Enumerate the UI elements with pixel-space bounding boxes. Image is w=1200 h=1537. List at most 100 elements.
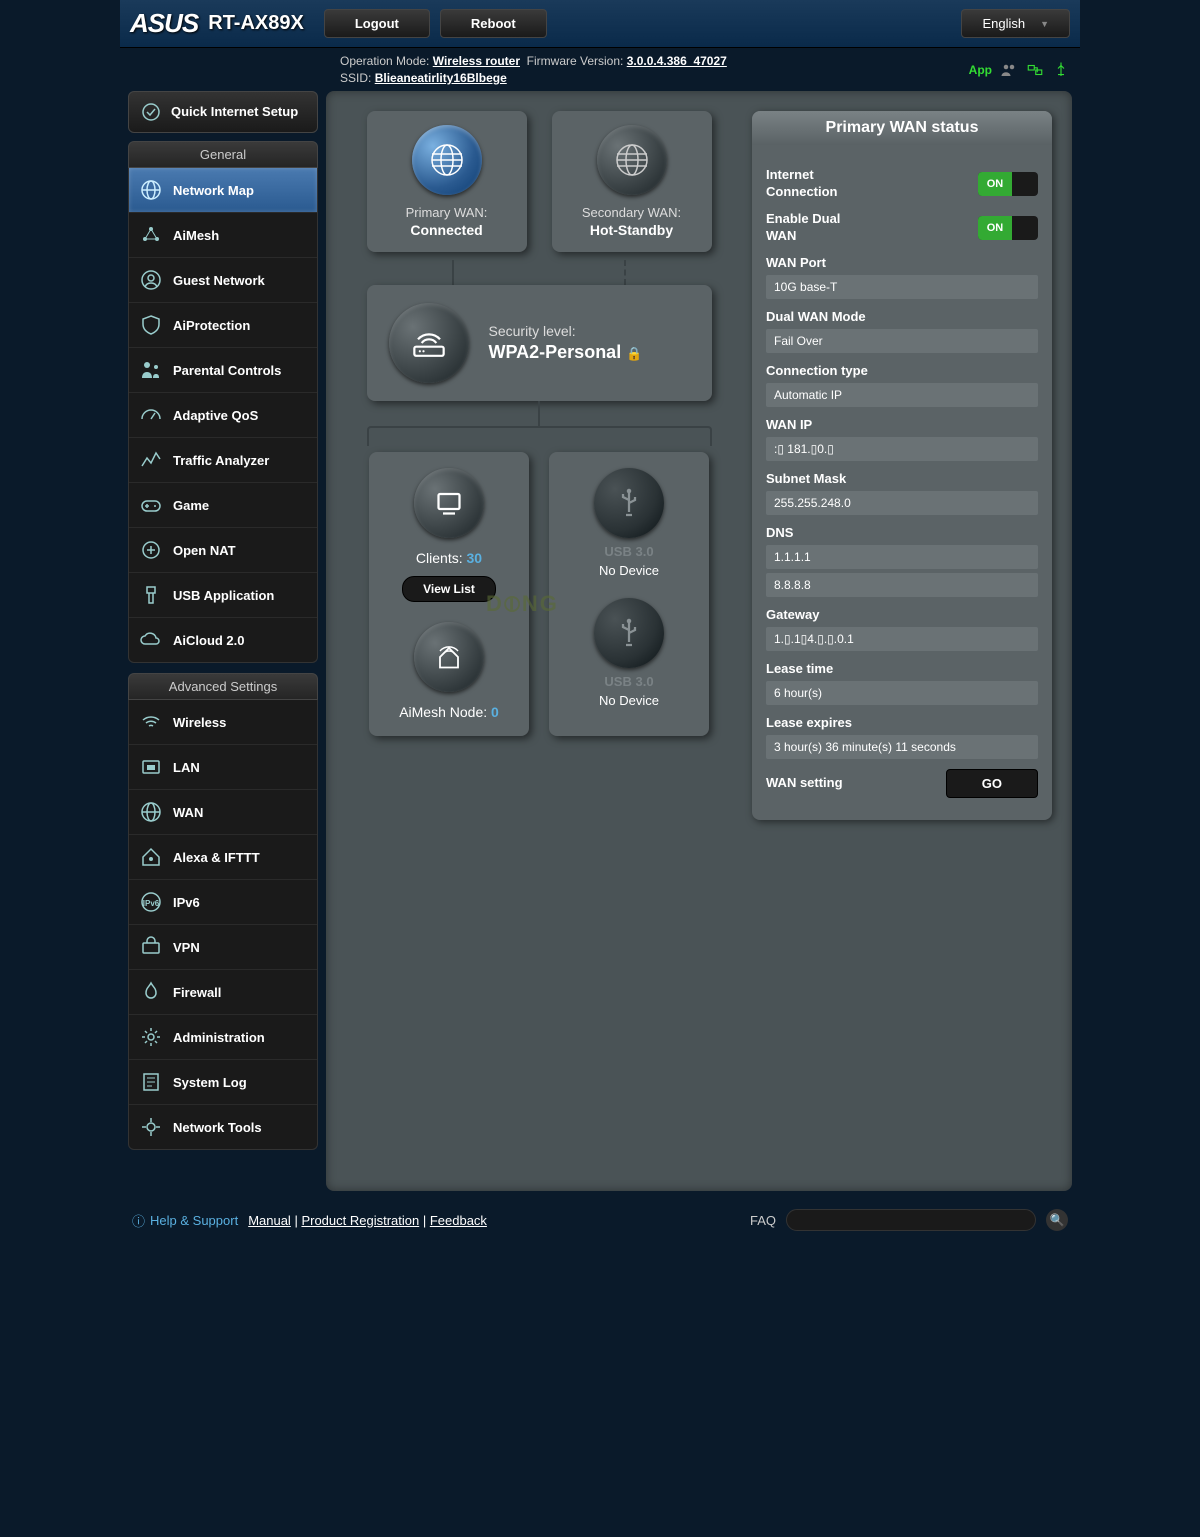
app-link[interactable]: App (969, 63, 992, 77)
logout-button[interactable]: Logout (324, 9, 430, 38)
general-header: General (128, 141, 318, 168)
nav-lan[interactable]: LAN (129, 745, 317, 790)
ssid-link[interactable]: Blieaneatirlity16Blbege (375, 71, 507, 85)
nav-administration[interactable]: Administration (129, 1015, 317, 1060)
nav-ipv6[interactable]: IPv6IPv6 (129, 880, 317, 925)
header: ASUS RT-AX89X Logout Reboot English (120, 0, 1080, 48)
op-mode-link[interactable]: Wireless router (433, 54, 520, 68)
guest-icon[interactable] (1000, 61, 1018, 79)
nav-aiprotection[interactable]: AiProtection (129, 303, 317, 348)
mesh-icon (139, 223, 163, 247)
aimesh-count: 0 (491, 704, 499, 720)
gauge-icon (139, 403, 163, 427)
nav-adaptive-qos[interactable]: Adaptive QoS (129, 393, 317, 438)
globe-icon (139, 178, 163, 202)
router-icon (389, 303, 469, 383)
primary-wan-card[interactable]: Primary WAN: Connected (367, 111, 527, 252)
cloud-icon (139, 628, 163, 652)
feedback-link[interactable]: Feedback (430, 1213, 487, 1228)
network-status-icon[interactable] (1026, 61, 1044, 79)
router-security-card[interactable]: Security level: WPA2-Personal🔒 (367, 285, 712, 401)
internet-connection-toggle[interactable] (978, 172, 1038, 196)
gear-arrow-icon (139, 100, 163, 124)
nav-network-map[interactable]: Network Map (129, 168, 317, 213)
lease-time-value: 6 hour(s) (766, 681, 1038, 705)
admin-icon (139, 1025, 163, 1049)
svg-text:IPv6: IPv6 (143, 899, 160, 908)
search-button[interactable]: 🔍 (1046, 1209, 1068, 1231)
tools-icon (139, 1115, 163, 1139)
nav-traffic-analyzer[interactable]: Traffic Analyzer (129, 438, 317, 483)
log-icon (139, 1070, 163, 1094)
smart-home-icon (139, 845, 163, 869)
faq-label: FAQ (750, 1213, 776, 1228)
advanced-menu: Wireless LAN WAN Alexa & IFTTT IPv6IPv6 … (128, 700, 318, 1150)
nav-wan[interactable]: WAN (129, 790, 317, 835)
subnet-value: 255.255.248.0 (766, 491, 1038, 515)
language-dropdown[interactable]: English (961, 9, 1070, 38)
primary-wan-icon (412, 125, 482, 195)
usb-icon (139, 583, 163, 607)
model-name: RT-AX89X (208, 12, 304, 35)
manual-link[interactable]: Manual (248, 1213, 291, 1228)
usb-status-icon[interactable] (1052, 61, 1070, 79)
footer: ⓘHelp & Support Manual | Product Registr… (120, 1199, 1080, 1241)
quick-internet-setup[interactable]: Quick Internet Setup (128, 91, 318, 133)
firmware-link[interactable]: 3.0.0.4.386_47027 (627, 54, 727, 68)
usb2-icon[interactable] (594, 598, 664, 668)
dns1-value: 1.1.1.1 (766, 545, 1038, 569)
status-bar: Operation Mode: Wireless router Firmware… (120, 48, 1080, 91)
view-list-button[interactable]: View List (402, 576, 496, 602)
nav-usb-application[interactable]: USB Application (129, 573, 317, 618)
nav-guest-network[interactable]: Guest Network (129, 258, 317, 303)
lan-icon (139, 755, 163, 779)
aimesh-node-icon[interactable] (414, 622, 484, 692)
dns2-value: 8.8.8.8 (766, 573, 1038, 597)
general-menu: Network Map AiMesh Guest Network AiProte… (128, 168, 318, 663)
nav-network-tools[interactable]: Network Tools (129, 1105, 317, 1149)
network-diagram: D⦶NG Primary WAN: Connected Secondary WA… (346, 111, 732, 1171)
wan-ip-value: :▯ 181.▯0.▯ (766, 437, 1038, 461)
clients-count: 30 (467, 550, 483, 566)
wifi-icon (139, 710, 163, 734)
wan-setting-go-button[interactable]: GO (946, 769, 1038, 798)
faq-search-input[interactable] (786, 1209, 1036, 1231)
nav-game[interactable]: Game (129, 483, 317, 528)
secondary-wan-card[interactable]: Secondary WAN: Hot-Standby (552, 111, 712, 252)
vpn-icon (139, 935, 163, 959)
family-icon (139, 358, 163, 382)
wan-icon (139, 800, 163, 824)
conn-type-value: Automatic IP (766, 383, 1038, 407)
sidebar: Quick Internet Setup General Network Map… (128, 91, 318, 1191)
brand-logo: ASUS (130, 8, 198, 39)
nav-open-nat[interactable]: Open NAT (129, 528, 317, 573)
nav-vpn[interactable]: VPN (129, 925, 317, 970)
gateway-value: 1.▯.1▯4.▯.▯.0.1 (766, 627, 1038, 651)
nav-alexa-ifttt[interactable]: Alexa & IFTTT (129, 835, 317, 880)
firewall-icon (139, 980, 163, 1004)
product-reg-link[interactable]: Product Registration (301, 1213, 419, 1228)
help-icon: ⓘ (132, 1211, 145, 1230)
nat-icon (139, 538, 163, 562)
dual-wan-toggle[interactable] (978, 216, 1038, 240)
clients-icon[interactable] (414, 468, 484, 538)
nav-aimesh[interactable]: AiMesh (129, 213, 317, 258)
wan-status-panel: Primary WAN status Internet Connection E… (752, 111, 1052, 820)
nav-wireless[interactable]: Wireless (129, 700, 317, 745)
reboot-button[interactable]: Reboot (440, 9, 547, 38)
nav-parental-controls[interactable]: Parental Controls (129, 348, 317, 393)
clients-card: Clients: 30 View List AiMesh Node: 0 (369, 452, 529, 736)
advanced-header: Advanced Settings (128, 673, 318, 700)
ipv6-icon: IPv6 (139, 890, 163, 914)
panel-title: Primary WAN status (752, 111, 1052, 145)
nav-aicloud[interactable]: AiCloud 2.0 (129, 618, 317, 662)
guest-network-icon (139, 268, 163, 292)
nav-firewall[interactable]: Firewall (129, 970, 317, 1015)
usb1-icon[interactable] (594, 468, 664, 538)
secondary-wan-icon (597, 125, 667, 195)
chart-icon (139, 448, 163, 472)
lease-expires-value: 3 hour(s) 36 minute(s) 11 seconds (766, 735, 1038, 759)
gamepad-icon (139, 493, 163, 517)
help-support-link[interactable]: ⓘHelp & Support (132, 1211, 238, 1230)
nav-system-log[interactable]: System Log (129, 1060, 317, 1105)
